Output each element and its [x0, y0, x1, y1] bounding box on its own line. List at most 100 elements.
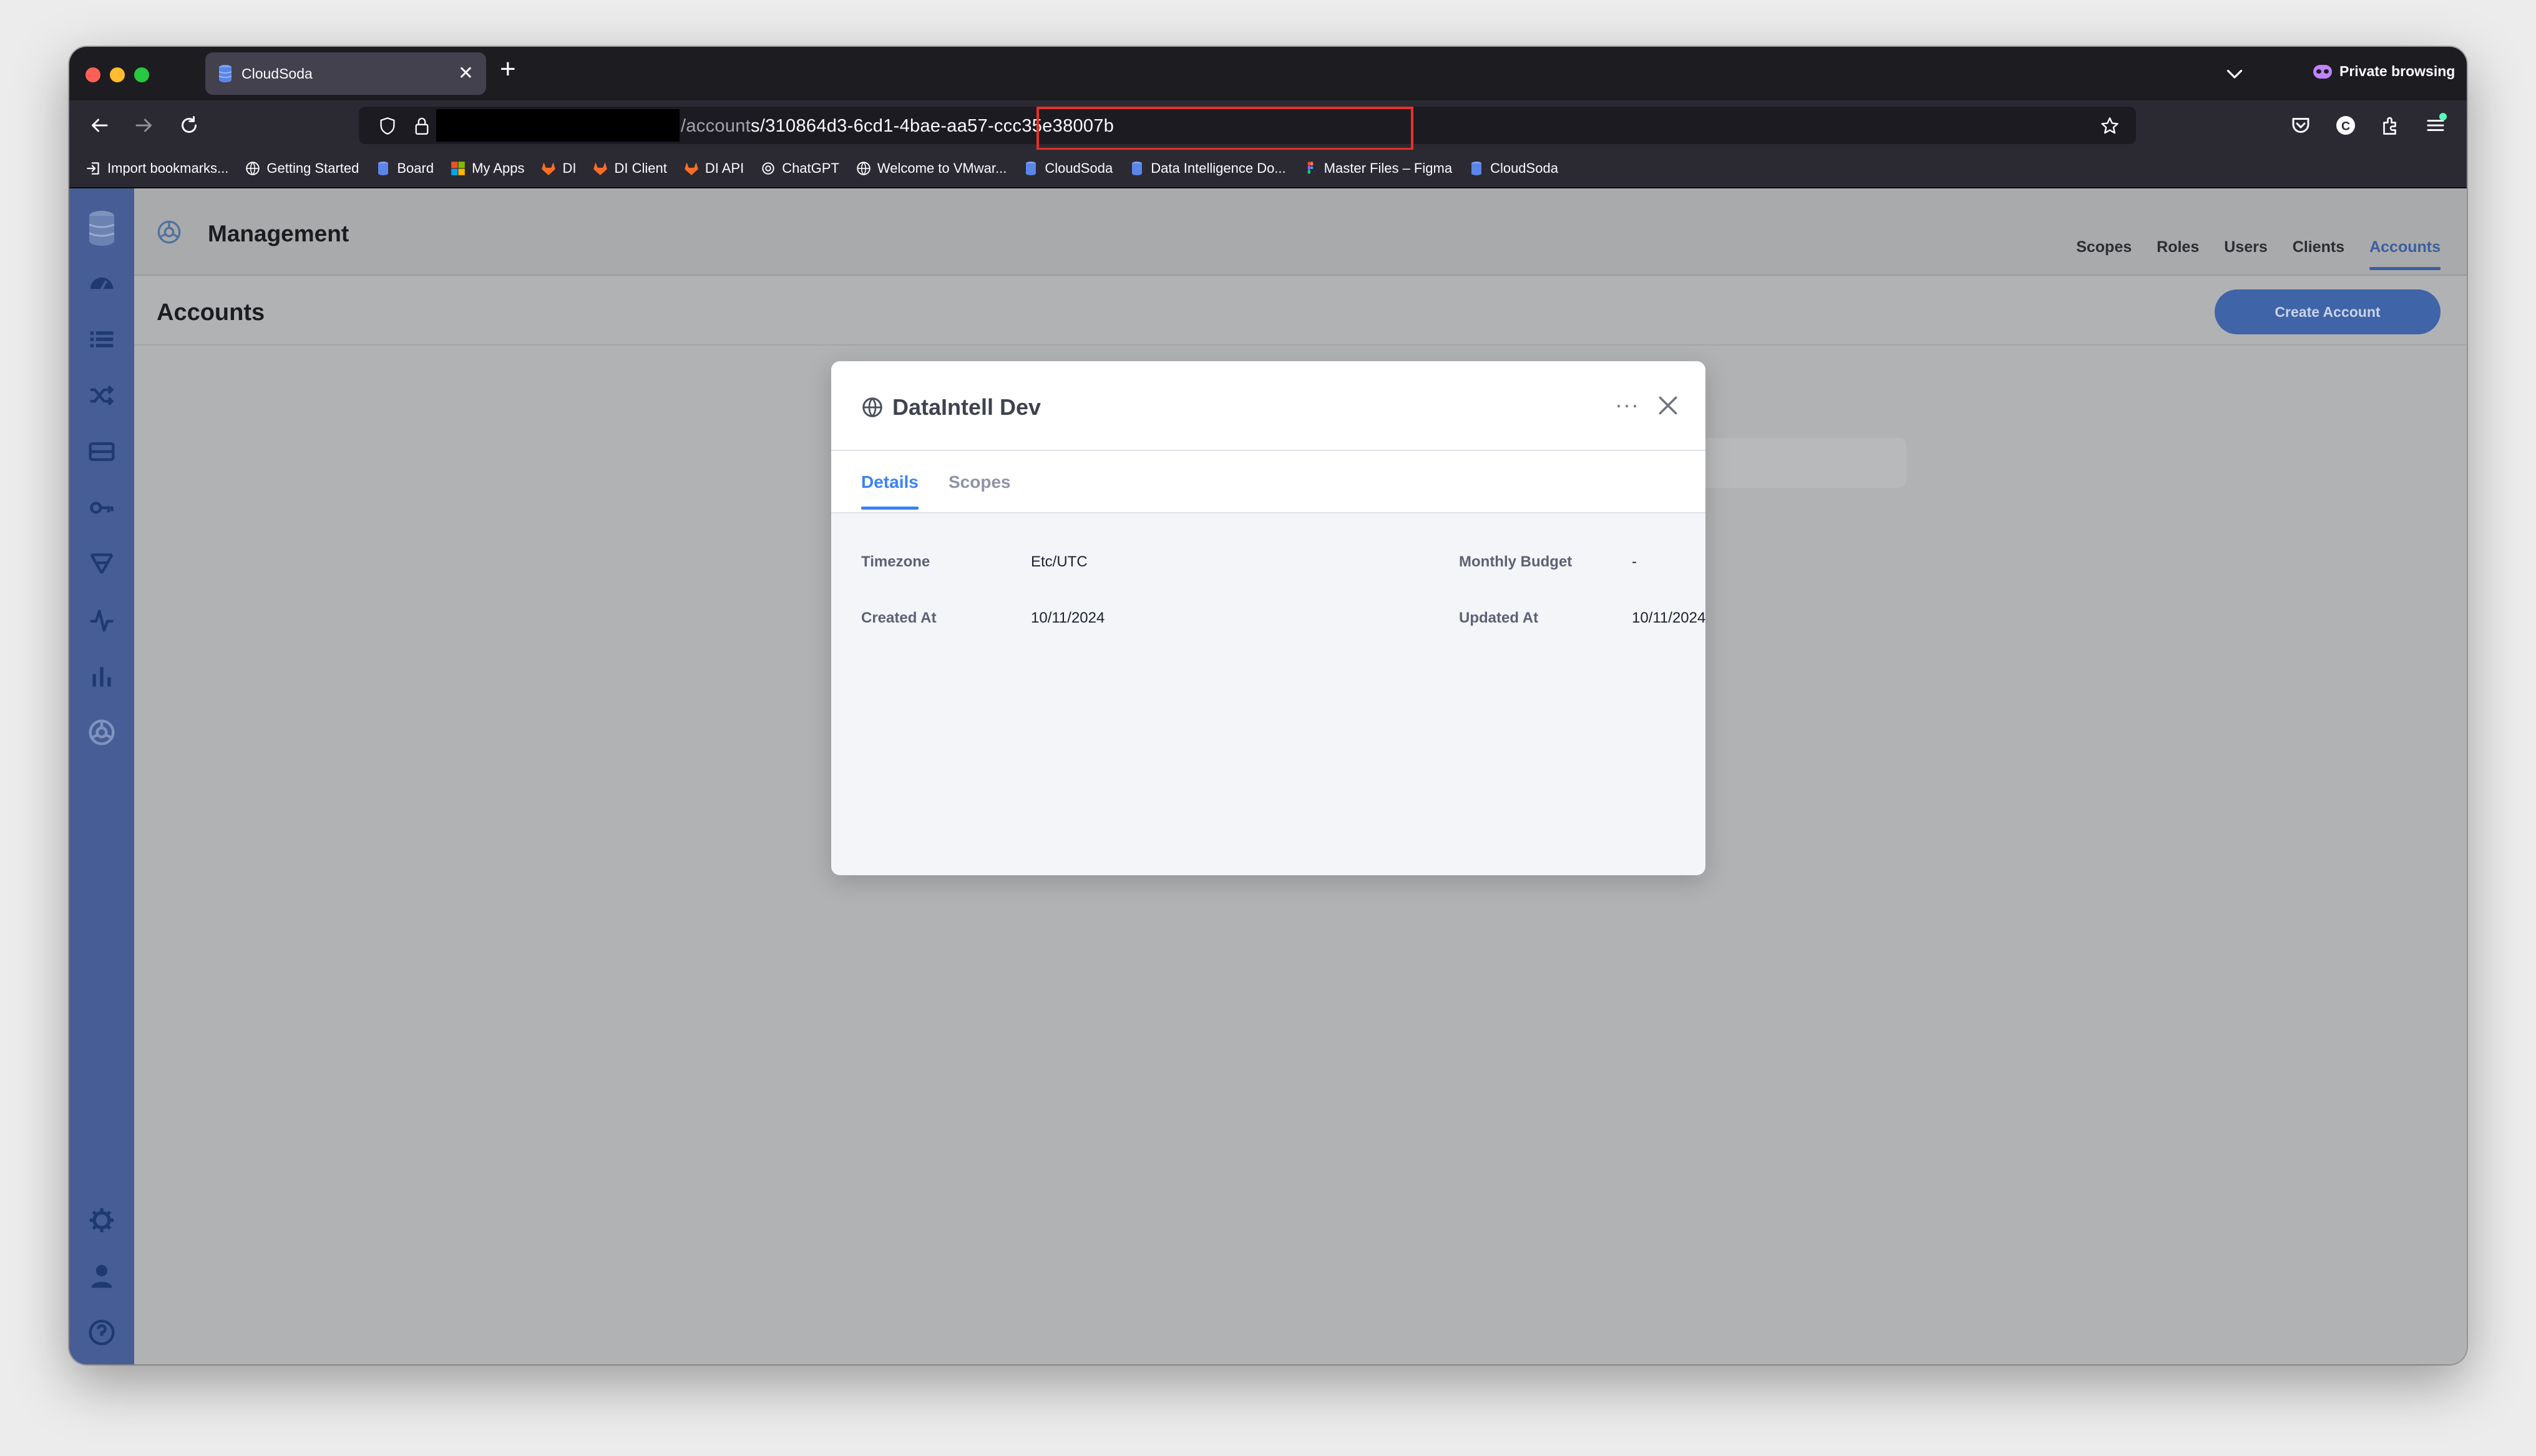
- bookmark-label: CloudSoda: [1490, 160, 1558, 176]
- management-icon[interactable]: [87, 717, 117, 747]
- bookmark-star-icon[interactable]: [2100, 116, 2120, 136]
- dashboard-icon[interactable]: [87, 268, 117, 298]
- more-options-icon[interactable]: ···: [1615, 394, 1639, 416]
- list-icon[interactable]: [87, 324, 117, 354]
- timezone-label: Timezone: [861, 553, 930, 570]
- bookmark-item[interactable]: My Apps: [450, 160, 524, 177]
- management-nav: Scopes Roles Users Clients Accounts: [2051, 238, 2441, 270]
- monthly-budget-label: Monthly Budget: [1459, 553, 1573, 570]
- url-path-prefix: /account: [681, 116, 751, 136]
- globe-icon: [246, 162, 260, 175]
- lock-icon[interactable]: [414, 117, 430, 135]
- private-browsing-label: Private browsing: [2339, 63, 2456, 79]
- activity-icon[interactable]: [87, 605, 117, 635]
- bookmark-item[interactable]: Getting Started: [245, 160, 359, 177]
- workflow-icon[interactable]: [87, 549, 117, 579]
- tracking-shield-icon[interactable]: [379, 117, 396, 135]
- forward-arrow-icon[interactable]: [133, 114, 155, 137]
- cloudsoda-icon: [1026, 162, 1036, 175]
- bookmark-item[interactable]: Master Files – Figma: [1302, 160, 1452, 177]
- bookmarks-toolbar: Import bookmarks... Getting Started Boar…: [69, 150, 2467, 188]
- chart-icon[interactable]: [87, 661, 117, 691]
- bookmark-label: CloudSoda: [1045, 160, 1113, 176]
- management-icon: [157, 220, 181, 244]
- redacted-domain: [436, 109, 680, 142]
- back-arrow-icon[interactable]: [88, 114, 110, 137]
- gitlab-icon: [684, 162, 698, 175]
- create-account-button[interactable]: Create Account: [2215, 289, 2441, 334]
- cloudsoda-app: Management Scopes Roles Users Clients Ac…: [69, 188, 2467, 1364]
- bookmark-item[interactable]: CloudSoda: [1023, 160, 1113, 177]
- nav-link-accounts[interactable]: Accounts: [2369, 238, 2441, 270]
- modal-header: DataIntell Dev ···: [831, 361, 1705, 451]
- bookmark-label: DI Client: [614, 160, 667, 176]
- bookmark-item[interactable]: DI API: [683, 160, 744, 177]
- address-bar[interactable]: /accounts/310864d3-6cd1-4bae-aa57-ccc35e…: [359, 107, 2136, 150]
- updated-at-label: Updated At: [1459, 609, 1539, 626]
- database-icon[interactable]: [87, 211, 117, 246]
- created-at-value: 10/11/2024: [1031, 609, 1105, 626]
- shuffle-icon[interactable]: [87, 381, 117, 410]
- browser-tab[interactable]: CloudSoda ✕: [205, 52, 486, 95]
- update-badge: [2439, 113, 2447, 120]
- minimize-window-button[interactable]: [110, 67, 125, 82]
- pocket-icon[interactable]: [2290, 114, 2312, 137]
- bookmark-label: DI: [562, 160, 577, 176]
- chevron-down-icon[interactable]: [2223, 62, 2246, 85]
- gitlab-icon: [593, 162, 608, 175]
- updated-at-value: 10/11/2024: [1632, 609, 1705, 626]
- bookmark-item[interactable]: Data Intelligence Do...: [1129, 160, 1286, 177]
- bookmark-label: My Apps: [472, 160, 525, 176]
- new-tab-button[interactable]: +: [500, 56, 516, 83]
- tab-close-icon[interactable]: ✕: [458, 64, 474, 83]
- bookmark-item[interactable]: Import bookmarks...: [85, 160, 228, 177]
- bookmark-label: ChatGPT: [782, 160, 839, 176]
- management-header: Management Scopes Roles Users Clients Ac…: [134, 188, 2467, 276]
- bookmark-label: DI API: [705, 160, 744, 176]
- import-icon: [87, 162, 99, 175]
- close-window-button[interactable]: [85, 67, 100, 82]
- section-title: Management: [208, 221, 349, 246]
- svg-text:C: C: [2341, 120, 2350, 133]
- close-icon[interactable]: [1656, 394, 1680, 417]
- tab-details[interactable]: Details: [861, 472, 919, 510]
- sidebar: [69, 188, 134, 1364]
- nav-link-clients[interactable]: Clients: [2293, 238, 2344, 270]
- storage-icon[interactable]: [87, 437, 117, 467]
- tab-scopes[interactable]: Scopes: [949, 472, 1011, 510]
- bookmark-label: Board: [397, 160, 434, 176]
- maximize-window-button[interactable]: [134, 67, 149, 82]
- nav-link-scopes[interactable]: Scopes: [2076, 238, 2132, 270]
- gitlab-icon: [542, 162, 556, 175]
- cloudsoda-icon: [1471, 162, 1482, 175]
- tab-strip: CloudSoda ✕ + Private browsing: [69, 47, 2467, 100]
- settings-icon[interactable]: [87, 1205, 117, 1235]
- openai-icon: [762, 162, 774, 175]
- extensions-icon[interactable]: [2379, 114, 2402, 137]
- key-icon[interactable]: [87, 493, 117, 523]
- nav-link-users[interactable]: Users: [2224, 238, 2268, 270]
- user-icon[interactable]: [87, 1261, 117, 1291]
- navigation-toolbar: /accounts/310864d3-6cd1-4bae-aa57-ccc35e…: [69, 100, 2467, 150]
- monthly-budget-value: -: [1632, 553, 1637, 570]
- browser-window: CloudSoda ✕ + Private browsing /accounts…: [69, 47, 2467, 1364]
- reload-icon[interactable]: [178, 114, 200, 137]
- tab-title: CloudSoda: [241, 65, 313, 82]
- nav-link-roles[interactable]: Roles: [2157, 238, 2199, 270]
- timezone-value: Etc/UTC: [1031, 553, 1088, 570]
- bookmark-label: Master Files – Figma: [1324, 160, 1453, 176]
- help-icon[interactable]: [87, 1318, 117, 1347]
- cloudsoda-icon: [1132, 162, 1143, 175]
- page-header: Accounts Create Account: [134, 276, 2467, 346]
- globe-icon: [862, 397, 882, 417]
- bookmark-label: Welcome to VMwar...: [877, 160, 1007, 176]
- bookmark-item[interactable]: ChatGPT: [760, 160, 839, 177]
- bookmark-item[interactable]: DI Client: [592, 160, 667, 177]
- bookmark-item[interactable]: DI: [540, 160, 576, 177]
- bookmark-item[interactable]: CloudSoda: [1468, 160, 1558, 177]
- bookmark-item[interactable]: Board: [375, 160, 434, 177]
- cloudsoda-icon: [218, 65, 232, 82]
- account-icon[interactable]: C: [2334, 114, 2357, 137]
- modal-tabs: Details Scopes: [831, 451, 1705, 513]
- bookmark-item[interactable]: Welcome to VMwar...: [856, 160, 1007, 177]
